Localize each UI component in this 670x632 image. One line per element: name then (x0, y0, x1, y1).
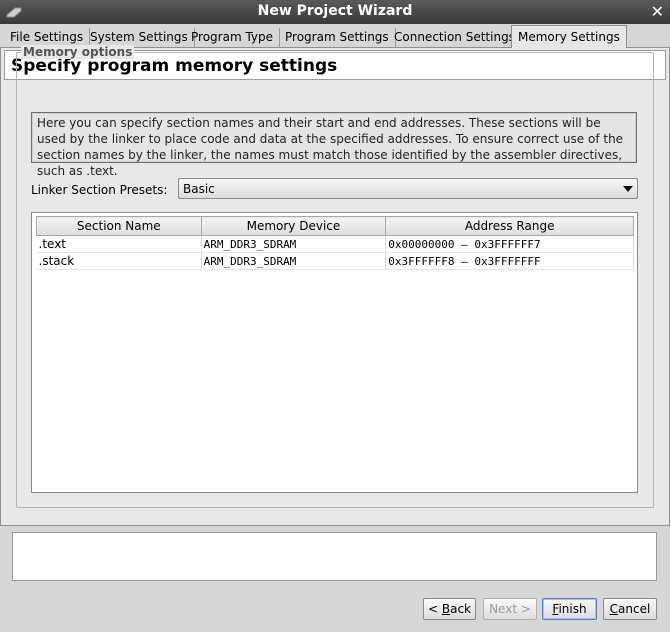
memory-options-legend: Memory options (21, 45, 135, 59)
section-name-cell[interactable]: .text (36, 235, 202, 253)
info-text: Here you can specify section names and t… (31, 112, 637, 178)
back-button[interactable]: < Back (423, 598, 476, 620)
memory-device-cell[interactable]: ARM_DDR3_SDRAM (201, 252, 387, 270)
linker-presets-label: Linker Section Presets: (31, 183, 168, 197)
address-range-cell[interactable]: 0x00000000 – 0x3FFFFFF7 (385, 235, 634, 253)
tab-memory-settings[interactable]: Memory Settings (511, 25, 627, 49)
column-header-memory-device[interactable]: Memory Device (200, 216, 387, 236)
tab-program-settings[interactable]: Program Settings (279, 28, 396, 48)
title-bar[interactable]: New Project Wizard ✕ (0, 0, 670, 24)
tab-program-type[interactable]: Program Type (185, 28, 281, 48)
table-row[interactable]: .stack ARM_DDR3_SDRAM 0x3FFFFFF8 – 0x3FF… (36, 252, 634, 270)
column-header-section-name[interactable]: Section Name (36, 216, 202, 236)
finish-button[interactable]: Finish (542, 598, 597, 620)
window-title: New Project Wizard (257, 3, 413, 19)
chevron-down-icon[interactable] (623, 186, 633, 192)
linker-presets-value: Basic (183, 182, 215, 196)
section-table[interactable]: Section Name Memory Device Address Range… (31, 212, 638, 493)
message-area (12, 532, 657, 581)
close-icon[interactable]: ✕ (651, 2, 664, 21)
next-button: Next > (483, 598, 537, 620)
linker-presets-select[interactable]: Basic (178, 178, 638, 199)
cancel-button[interactable]: Cancel (603, 598, 657, 620)
address-range-cell[interactable]: 0x3FFFFFF8 – 0x3FFFFFFF (385, 252, 634, 270)
table-row[interactable]: .text ARM_DDR3_SDRAM 0x00000000 – 0x3FFF… (36, 235, 634, 253)
tab-connection-settings[interactable]: Connection Settings (388, 28, 522, 48)
column-header-address-range[interactable]: Address Range (385, 216, 634, 236)
memory-device-cell[interactable]: ARM_DDR3_SDRAM (201, 235, 387, 253)
section-name-cell[interactable]: .stack (36, 252, 202, 270)
